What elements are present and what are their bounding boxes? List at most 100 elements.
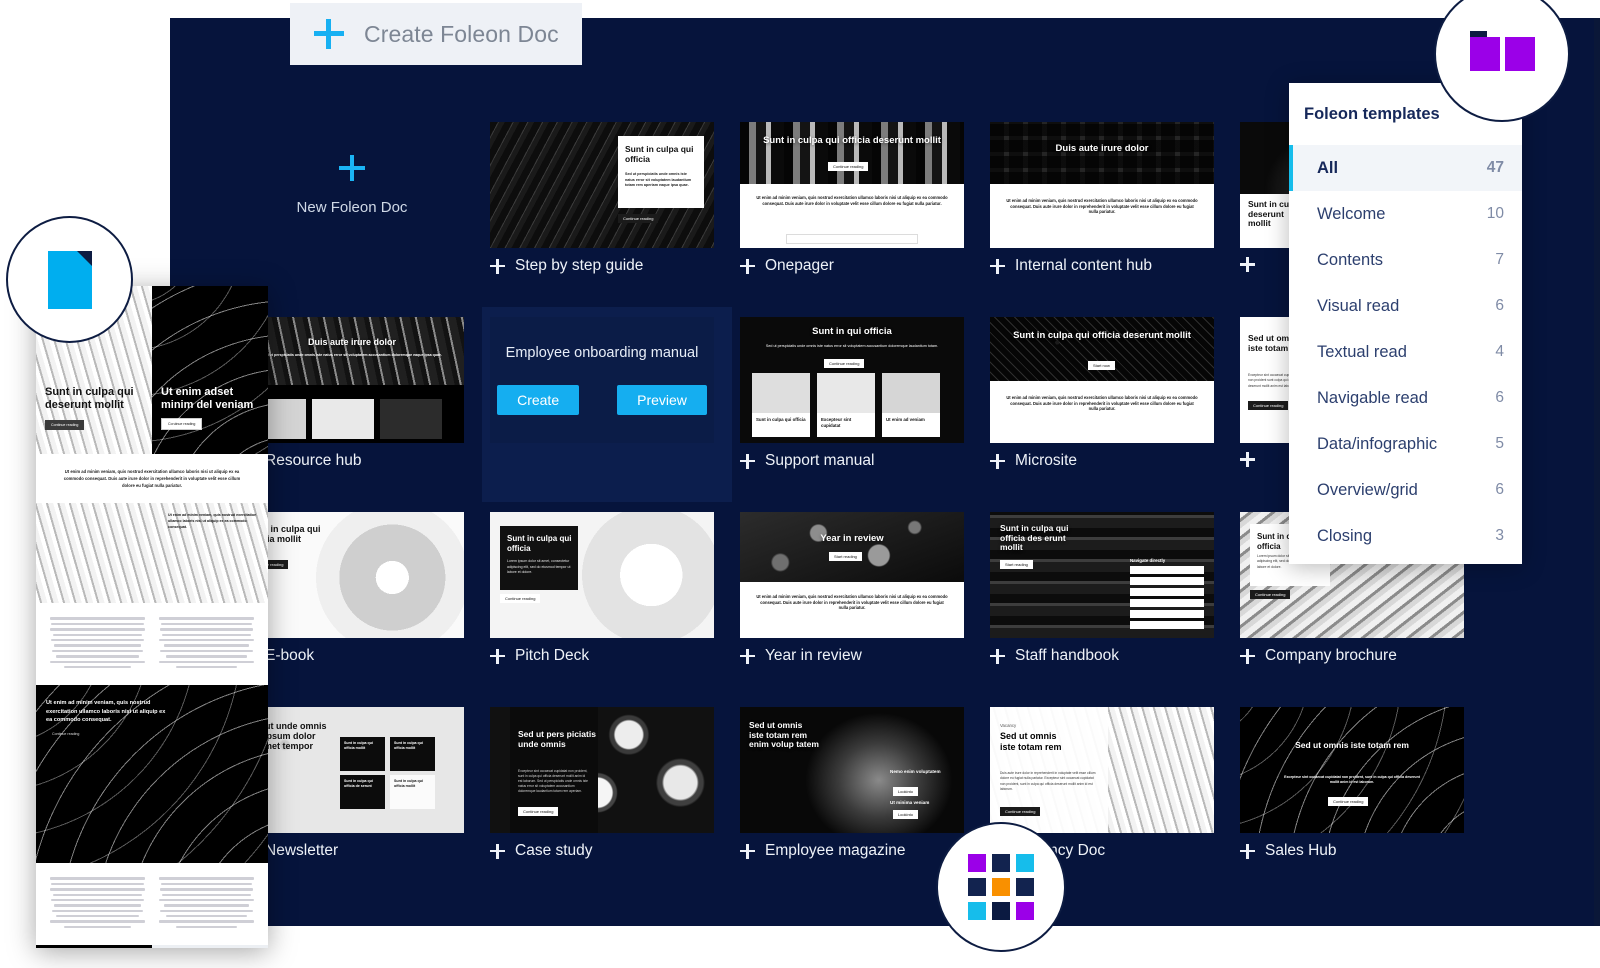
card-thumbnail[interactable]: Sunt in qui officia Sed ut perspiciatis … — [740, 317, 964, 443]
plus-icon — [1240, 257, 1255, 272]
card-label-row[interactable]: Internal content hub — [990, 257, 1152, 275]
card-label-row[interactable] — [1240, 257, 1255, 272]
templates-filter-visual-read[interactable]: Visual read 6 — [1289, 283, 1522, 329]
create-button[interactable]: Create — [497, 385, 580, 415]
doc-hero-right-title: Ut enim adset minim del veniam — [161, 385, 254, 411]
templates-filter-overview-grid[interactable]: Overview/grid 6 — [1289, 467, 1522, 513]
thumb-tile-3 — [380, 399, 442, 439]
card-thumbnail[interactable]: Sunt in culpa qui officia Lorem ipsum do… — [490, 512, 714, 638]
create-foleon-doc-button[interactable]: Create Foleon Doc — [290, 3, 582, 65]
card-thumbnail[interactable]: Duis aute irure dolor Sed ut perspiciati… — [240, 317, 464, 443]
card-label: Newsletter — [265, 842, 339, 859]
template-card-step-by-step-guide[interactable]: Sunt in culpa qui officia Sed ut perspic… — [482, 112, 732, 307]
template-card-year-in-review[interactable]: Year in review Start reading Ut enim ad … — [732, 502, 982, 697]
template-card-hovered[interactable]: Employee onboarding manual Create Previe… — [482, 307, 732, 502]
card-thumbnail[interactable]: Year in review Start reading Ut enim ad … — [740, 512, 964, 638]
doc-hero-left-title: Sunt in culpa qui deserunt mollit — [45, 385, 134, 411]
card-label: Employee magazine — [765, 842, 906, 859]
templates-filter-all[interactable]: All 47 — [1289, 145, 1522, 191]
templates-filter-navigable-read[interactable]: Navigable read 6 — [1289, 375, 1522, 421]
doc-side-note: Ut enim ad minim veniam, quis nostrud ex… — [168, 513, 257, 529]
doc-column — [50, 617, 145, 671]
card-thumbnail[interactable]: Sed ut pers piciatis unde omnis Excepteu… — [490, 707, 714, 833]
template-card-internal-content-hub[interactable]: Duis aute irure dolor Ut enim ad minim v… — [982, 112, 1232, 307]
nav-item — [1130, 588, 1204, 596]
filter-count: 7 — [1495, 251, 1504, 268]
template-card-onepager[interactable]: Sunt in culpa qui officia deserunt molli… — [732, 112, 982, 307]
card-thumbnail[interactable]: Sunt in culpa qui officia des erunt moll… — [990, 512, 1214, 638]
templates-filter-data-infographic[interactable]: Data/infographic 5 — [1289, 421, 1522, 467]
filter-count: 6 — [1495, 481, 1504, 498]
thumbnail-image — [990, 317, 1214, 381]
card-label-row[interactable]: Pitch Deck — [490, 647, 589, 665]
template-card-support-manual[interactable]: Sunt in qui officia Sed ut perspiciatis … — [732, 307, 982, 502]
card-label: Sales Hub — [1265, 842, 1337, 859]
thumbnail-image — [740, 122, 964, 184]
thumb-tile-3: Ut enim ad veniam — [882, 373, 940, 437]
card-thumbnail[interactable]: Sed ut unde omnis iste ipsum dolor sit a… — [240, 707, 464, 833]
card-label-row[interactable] — [1240, 452, 1255, 467]
card-thumbnail[interactable]: Sed ut omnis iste totam rem Excepteur si… — [1240, 707, 1464, 833]
card-thumbnail[interactable]: Duis aute irure dolor Ut enim ad minim v… — [990, 122, 1214, 248]
preview-button[interactable]: Preview — [617, 385, 707, 415]
plus-icon — [740, 258, 755, 274]
plus-icon — [490, 258, 505, 274]
templates-filter-closing[interactable]: Closing 3 — [1289, 513, 1522, 559]
card-thumbnail[interactable]: Sunt in culpa qui officia mollit Continu… — [240, 512, 464, 638]
thumb-body: Ut enim ad minim veniam, quis nostrud ex… — [756, 594, 948, 611]
nav-item — [1130, 599, 1204, 607]
card-thumbnail[interactable]: Sed ut omnis iste totam rem enim volup t… — [740, 707, 964, 833]
card-label-row[interactable]: Step by step guide — [490, 257, 643, 275]
templates-filter-textual-read[interactable]: Textual read 4 — [1289, 329, 1522, 375]
thumb-tile-caption-1: Nemo enim voluptatem — [890, 769, 941, 774]
thumbnail-image — [240, 317, 464, 385]
new-foleon-doc-cell[interactable]: New Foleon Doc — [232, 112, 482, 307]
card-label-row[interactable]: Case study — [490, 842, 593, 860]
card-thumbnail[interactable]: Sunt in culpa qui officia Sed ut perspic… — [490, 122, 714, 248]
template-card-microsite[interactable]: Sunt in culpa qui officia deserunt molli… — [982, 307, 1232, 502]
thumb-chip: Start now — [1088, 361, 1115, 370]
grid-cell — [968, 878, 986, 896]
grid-cell — [1016, 878, 1034, 896]
thumb-chip: Continue reading — [824, 359, 865, 368]
plus-icon — [990, 453, 1005, 469]
templates-filter-contents[interactable]: Contents 7 — [1289, 237, 1522, 283]
screenshot-root: New Foleon Doc Sunt in culpa qui officia… — [0, 0, 1600, 968]
card-label-row[interactable]: Staff handbook — [990, 647, 1119, 665]
doc-hero-left-button[interactable]: Continue reading — [45, 420, 85, 430]
card-label-row[interactable]: Sales Hub — [1240, 842, 1337, 860]
hover-overlay[interactable]: Employee onboarding manual Create Previe… — [490, 317, 714, 443]
template-card-pitch-deck[interactable]: Sunt in culpa qui officia Lorem ipsum do… — [482, 502, 732, 697]
templates-filter-welcome[interactable]: Welcome 10 — [1289, 191, 1522, 237]
template-card-sales-hub[interactable]: Sed ut omnis iste totam rem Excepteur si… — [1232, 697, 1482, 892]
filter-label: Welcome — [1317, 204, 1386, 223]
template-card-staff-handbook[interactable]: Sunt in culpa qui officia des erunt moll… — [982, 502, 1232, 697]
thumb-title: Sunt in culpa qui officia deserunt molli… — [763, 135, 941, 146]
create-foleon-doc-label: Create Foleon Doc — [364, 20, 559, 47]
template-card-e-book[interactable]: Sunt in culpa qui officia mollit Continu… — [232, 502, 482, 697]
plus-icon — [740, 453, 755, 469]
template-card-newsletter[interactable]: Sed ut unde omnis iste ipsum dolor sit a… — [232, 697, 482, 892]
thumb-title: Sunt in qui officia — [812, 326, 892, 337]
template-card-case-study[interactable]: Sed ut pers piciatis unde omnis Excepteu… — [482, 697, 732, 892]
hover-card-title: Employee onboarding manual — [505, 345, 699, 361]
grid-cell — [992, 854, 1010, 872]
card-label-row[interactable]: Microsite — [990, 452, 1077, 470]
card-label-row[interactable]: Year in review — [740, 647, 862, 665]
card-label-row[interactable]: Company brochure — [1240, 647, 1397, 665]
card-label-row[interactable]: Employee magazine — [740, 842, 905, 860]
card-label: Pitch Deck — [515, 647, 590, 664]
new-foleon-doc-tile[interactable]: New Foleon Doc — [240, 122, 464, 248]
card-label-row[interactable]: Support manual — [740, 452, 874, 470]
doc-hero-right-button[interactable]: Continue reading — [161, 418, 203, 430]
card-label-row[interactable]: Onepager — [740, 257, 834, 275]
template-card-resource-hub[interactable]: Duis aute irure dolor Sed ut perspiciati… — [232, 307, 482, 502]
doc-columns-2 — [36, 863, 268, 946]
card-thumbnail[interactable]: Vacancy Sed ut omnis iste totam rem Duis… — [990, 707, 1214, 833]
card-thumbnail[interactable]: Sunt in culpa qui officia deserunt molli… — [990, 317, 1214, 443]
card-thumbnail[interactable]: Sunt in culpa qui officia deserunt molli… — [740, 122, 964, 248]
thumb-title: Duis aute irure dolor — [307, 337, 396, 347]
plus-icon — [1240, 843, 1255, 859]
plus-icon — [740, 648, 755, 664]
doc-section-button[interactable]: Continue reading — [46, 729, 85, 739]
